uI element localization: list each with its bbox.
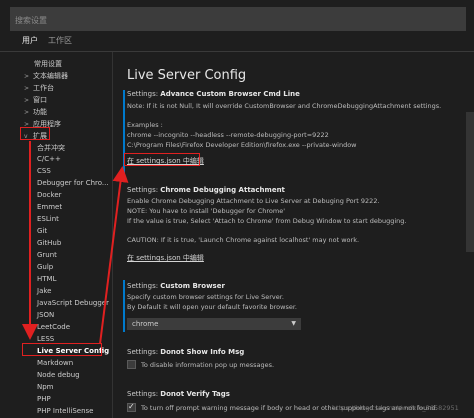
sidebar-item-features[interactable]: > 功能 (24, 107, 47, 117)
settings-toc-sidebar: 常用设置 > 文本编辑器 > 工作台 > 窗口 > 功能 > 应用程序 v 扩展 合并冲突 … (0, 56, 112, 418)
sidebar-item-window[interactable]: > 窗口 (24, 95, 47, 105)
settings-editor-panel: Live Server Config Settings: Advance Cus… (113, 52, 474, 418)
edit-in-settings-json-link[interactable]: 在 settings.json 中编辑 (127, 253, 204, 263)
setting-modified-bar (123, 280, 125, 332)
settings-scope-tabs: 用户 工作区 (22, 35, 72, 52)
chevron-right-icon: > (24, 109, 30, 116)
setting-desc-line: C:\Program Files\Firefox Developer Editi… (127, 141, 357, 149)
chevron-down-icon: ▼ (291, 320, 296, 327)
setting-title-chrome-debugging: Settings: Chrome Debugging Attachment (127, 186, 285, 194)
annotation-box-extensions (20, 127, 50, 140)
chevron-right-icon: > (24, 73, 30, 80)
scrollbar-thumb[interactable] (466, 112, 474, 252)
sidebar-item-markdown[interactable]: Markdown (37, 359, 73, 367)
sidebar-item-text-editor[interactable]: > 文本编辑器 (24, 71, 68, 81)
setting-desc-line: chrome --incognito --headless --remote-d… (127, 131, 329, 139)
sidebar-item-css[interactable]: CSS (37, 167, 51, 175)
setting-desc-line: CAUTION: If it is true, 'Launch Chrome a… (127, 236, 360, 244)
settings-search-input[interactable] (11, 9, 465, 32)
setting-desc-line: Examples : (127, 121, 163, 129)
donot-show-info-checkbox[interactable] (127, 360, 136, 369)
setting-desc-line: Specify custom browser settings for Live… (127, 293, 284, 301)
sidebar-item-debugger-for-chrome[interactable]: Debugger for Chro... (37, 179, 109, 187)
sidebar-item-leetcode[interactable]: LeetCode (37, 323, 70, 331)
watermark-text: https://blog.csdn.net/weixin_36582951 (332, 404, 459, 412)
sidebar-item-emmet[interactable]: Emmet (37, 203, 62, 211)
sidebar-item-php-intellisense[interactable]: PHP IntelliSense (37, 407, 93, 415)
tab-user[interactable]: 用户 (22, 35, 38, 52)
checkbox-label: To disable information pop up messages. (141, 361, 275, 369)
sidebar-item-gulp[interactable]: Gulp (37, 263, 53, 271)
chevron-right-icon: > (24, 85, 30, 92)
sidebar-item-javascript-debugger[interactable]: JavaScript Debugger (37, 299, 109, 307)
setting-title-donot-show-info: Settings: Donot Show Info Msg (127, 348, 245, 356)
sidebar-item-github[interactable]: GitHub (37, 239, 61, 247)
annotation-box-edit-link (124, 153, 200, 166)
tab-workspace[interactable]: 工作区 (48, 35, 72, 51)
custom-browser-select[interactable]: chrome ▼ (127, 318, 301, 330)
setting-title-cmdline: Settings: Advance Custom Browser Cmd Lin… (127, 90, 300, 98)
sidebar-item-json[interactable]: JSON (37, 311, 54, 319)
setting-title-custom-browser: Settings: Custom Browser (127, 282, 225, 290)
sidebar-item-docker[interactable]: Docker (37, 191, 62, 199)
setting-desc-line: Note: If it is not Null, It will overrid… (127, 102, 442, 110)
sidebar-item-eslint[interactable]: ESLint (37, 215, 59, 223)
setting-desc-line: If the value is true, Select 'Attach to … (127, 217, 407, 225)
settings-scrollbar[interactable] (466, 52, 474, 418)
settings-search-box[interactable] (10, 7, 466, 32)
sidebar-item-merge-conflict[interactable]: 合并冲突 (37, 143, 65, 153)
sidebar-item-cpp[interactable]: C/C++ (37, 155, 61, 163)
setting-desc-line: By Default it will open your default fav… (127, 303, 297, 311)
sidebar-item-jake[interactable]: Jake (37, 287, 51, 295)
sidebar-item-node-debug[interactable]: Node debug (37, 371, 80, 379)
chevron-right-icon: > (24, 97, 30, 104)
donot-verify-tags-checkbox[interactable] (127, 402, 136, 412)
setting-title-donot-verify-tags: Settings: Donot Verify Tags (127, 390, 230, 398)
annotation-box-live-server-config (22, 343, 102, 356)
sidebar-item-common[interactable]: 常用设置 (34, 59, 62, 69)
page-title: Live Server Config (127, 68, 247, 83)
sidebar-item-workbench[interactable]: > 工作台 (24, 83, 54, 93)
sidebar-item-npm[interactable]: Npm (37, 383, 54, 391)
sidebar-item-less[interactable]: LESS (37, 335, 54, 343)
setting-desc-line: Enable Chrome Debugging Attachment to Li… (127, 197, 380, 205)
sidebar-item-php[interactable]: PHP (37, 395, 51, 403)
sidebar-item-html[interactable]: HTML (37, 275, 56, 283)
sidebar-item-git[interactable]: Git (37, 227, 47, 235)
sidebar-item-grunt[interactable]: Grunt (37, 251, 57, 259)
setting-desc-line: NOTE: You have to install 'Debugger for … (127, 207, 286, 215)
